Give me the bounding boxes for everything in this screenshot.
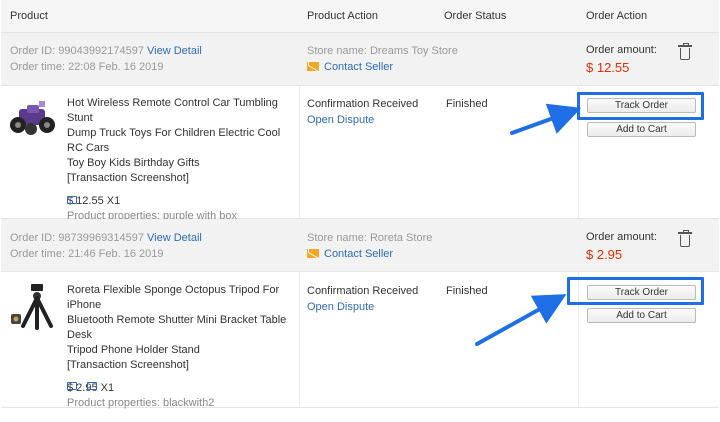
arrow-to-track-order [475, 294, 567, 346]
annotation-arrows [475, 103, 582, 346]
arrow-to-track-order [510, 103, 582, 135]
